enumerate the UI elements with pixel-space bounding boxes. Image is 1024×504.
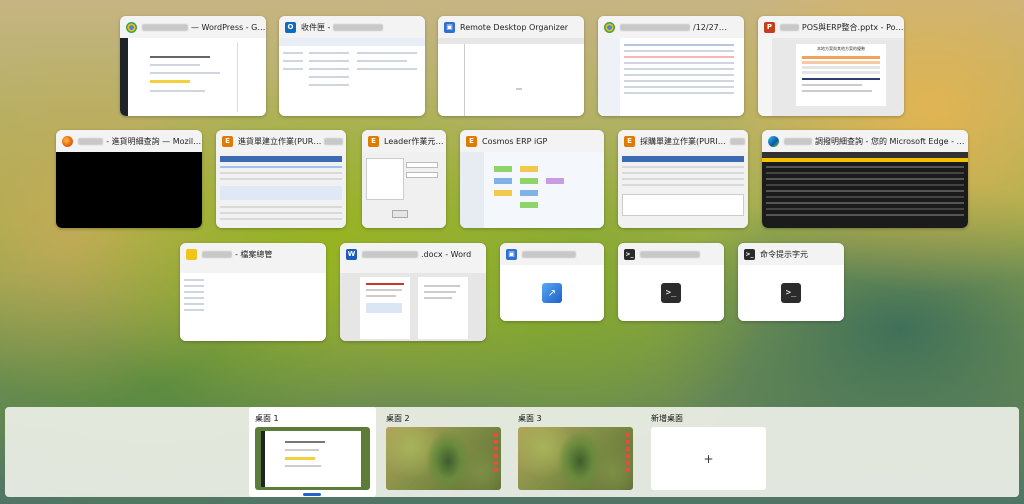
window-title: /12/27… [693, 22, 727, 32]
window-title: 採購單建立作業(PURI07) [640, 136, 728, 146]
window-title: Leader作業元件中心 [384, 136, 446, 146]
window-thumbnail-command-prompt[interactable]: >_ 命令提示字元 >_ [738, 243, 844, 321]
task-view: { "windows": [ {"title": "— WordPress - … [0, 0, 1024, 504]
terminal-icon: >_ [661, 283, 681, 303]
window-preview [460, 152, 604, 228]
erp-window-icon: E [222, 135, 233, 147]
window-preview [180, 265, 326, 341]
window-title-bar: ▣ Remote Desktop Organizer [438, 16, 584, 38]
window-title-bar: >_ 命令提示字元 [738, 243, 844, 265]
window-thumbnail-cosmos-erp[interactable]: E Cosmos ERP iGP [460, 130, 604, 228]
window-thumbnail-word[interactable]: W .docx - Word [340, 243, 486, 341]
plus-icon: + [651, 427, 766, 490]
window-title-bar: E Leader作業元件中心 [362, 130, 446, 152]
desktop-3[interactable]: 桌面 3 [512, 407, 639, 497]
erp-window-icon: E [466, 135, 477, 147]
window-thumbnail-firefox[interactable]: - 進貨明細查詢 — Mozilla Fir… [56, 130, 202, 228]
terminal-icon: >_ [624, 248, 635, 260]
desktop-label: 桌面 2 [386, 414, 410, 423]
window-title: Remote Desktop Organizer [460, 22, 569, 32]
desktop-preview [386, 427, 501, 490]
folder-icon [186, 248, 197, 260]
window-thumbnail-remote-desktop[interactable]: ▣ ↗ [500, 243, 604, 321]
window-title-bar: O 收件匣 - [279, 16, 425, 38]
window-title: - 檔案總管 [235, 249, 273, 259]
window-preview: 本地方案與其他方案的優勢 [758, 38, 904, 116]
edge-icon [768, 135, 779, 147]
window-preview [362, 152, 446, 228]
erp-window-icon: E [368, 135, 379, 147]
window-title-bar: >_ [618, 243, 724, 265]
window-title-bar: E Cosmos ERP iGP [460, 130, 604, 152]
window-title-bar: - 進貨明細查詢 — Mozilla Fir… [56, 130, 202, 152]
new-desktop-button[interactable]: + [651, 427, 766, 490]
window-thumbnail-powerpoint[interactable]: P POS與ERP整合.pptx - Pow… 本地方案與其他方案的優勢 [758, 16, 904, 116]
window-title-bar: 調撥明細查詢 - 您的 Microsoft Edge - Microsoft… [762, 130, 968, 152]
window-thumbnail-wordpress-chrome[interactable]: — WordPress - G… [120, 16, 266, 116]
window-title: 命令提示字元 [760, 249, 808, 259]
desktop-1[interactable]: 桌面 1 [249, 407, 376, 497]
desktop-preview [518, 427, 633, 490]
slide-heading: 本地方案與其他方案的優勢 [817, 46, 865, 51]
window-preview [56, 152, 202, 228]
window-title-bar: — WordPress - G… [120, 16, 266, 38]
remote-desktop-icon: ↗ [542, 283, 562, 303]
window-thumbnail-file-explorer[interactable]: - 檔案總管 [180, 243, 326, 341]
window-title: 收件匣 - [301, 22, 331, 32]
window-thumbnail-leader-component-center[interactable]: E Leader作業元件中心 [362, 130, 446, 228]
window-title: .docx - Word [421, 249, 472, 259]
terminal-icon: >_ [781, 283, 801, 303]
window-preview [618, 152, 748, 228]
current-desktop-indicator [303, 493, 321, 496]
firefox-icon [62, 135, 73, 147]
window-thumbnail-edge[interactable]: 調撥明細查詢 - 您的 Microsoft Edge - Microsoft… [762, 130, 968, 228]
window-title-bar: ▣ [500, 243, 604, 265]
window-title-bar: W .docx - Word [340, 243, 486, 265]
window-preview [598, 38, 744, 116]
window-preview: >_ [738, 265, 844, 321]
window-thumbnail-puri09[interactable]: E 進貨單建立作業(PURI09 [216, 130, 346, 228]
window-title: Cosmos ERP iGP [482, 136, 548, 146]
chrome-icon [126, 21, 137, 33]
outlook-icon: O [285, 21, 296, 33]
desktop-label: 桌面 3 [518, 414, 542, 423]
window-preview: ↗ [500, 265, 604, 321]
window-title-bar: E 進貨單建立作業(PURI09 [216, 130, 346, 152]
window-title: 進貨單建立作業(PURI09 [238, 136, 322, 146]
window-title-bar: /12/27… [598, 16, 744, 38]
window-thumbnail-puri07[interactable]: E 採購單建立作業(PURI07) [618, 130, 748, 228]
window-title: POS與ERP整合.pptx - Pow… [801, 22, 904, 32]
window-title-bar: P POS與ERP整合.pptx - Pow… [758, 16, 904, 38]
window-preview [216, 152, 346, 228]
virtual-desktops-bar: 桌面 1 桌面 2 桌面 3 新增桌面 + [5, 407, 1019, 497]
desktop-preview [255, 427, 370, 490]
window-title: — WordPress - G… [191, 22, 266, 32]
chrome-icon [604, 21, 615, 33]
new-desktop[interactable]: 新增桌面 + [645, 407, 772, 497]
window-preview [340, 265, 486, 341]
window-title: 調撥明細查詢 - 您的 Microsoft Edge - Microsoft… [814, 136, 968, 146]
window-preview [279, 38, 425, 116]
terminal-icon: >_ [744, 248, 755, 260]
window-title-bar: E 採購單建立作業(PURI07) [618, 130, 748, 152]
window-preview: >_ [618, 265, 724, 321]
window-thumbnail-remote-desktop-organizer[interactable]: ▣ Remote Desktop Organizer [438, 16, 584, 116]
window-thumbnail-terminal[interactable]: >_ >_ [618, 243, 724, 321]
remote-desktop-icon: ▣ [444, 21, 455, 33]
desktop-2[interactable]: 桌面 2 [380, 407, 507, 497]
word-icon: W [346, 248, 357, 260]
window-thumbnail-outlook[interactable]: O 收件匣 - [279, 16, 425, 116]
new-desktop-label: 新增桌面 [651, 414, 683, 423]
window-title: - 進貨明細查詢 — Mozilla Fir… [106, 136, 202, 146]
window-preview [438, 38, 584, 116]
window-thumbnail-chrome-report[interactable]: /12/27… [598, 16, 744, 116]
window-title-bar: - 檔案總管 [180, 243, 326, 265]
remote-desktop-icon: ▣ [506, 248, 517, 260]
window-preview [120, 38, 266, 116]
window-preview [762, 152, 968, 228]
erp-window-icon: E [624, 135, 635, 147]
powerpoint-icon: P [764, 21, 775, 33]
desktop-label: 桌面 1 [255, 414, 279, 423]
